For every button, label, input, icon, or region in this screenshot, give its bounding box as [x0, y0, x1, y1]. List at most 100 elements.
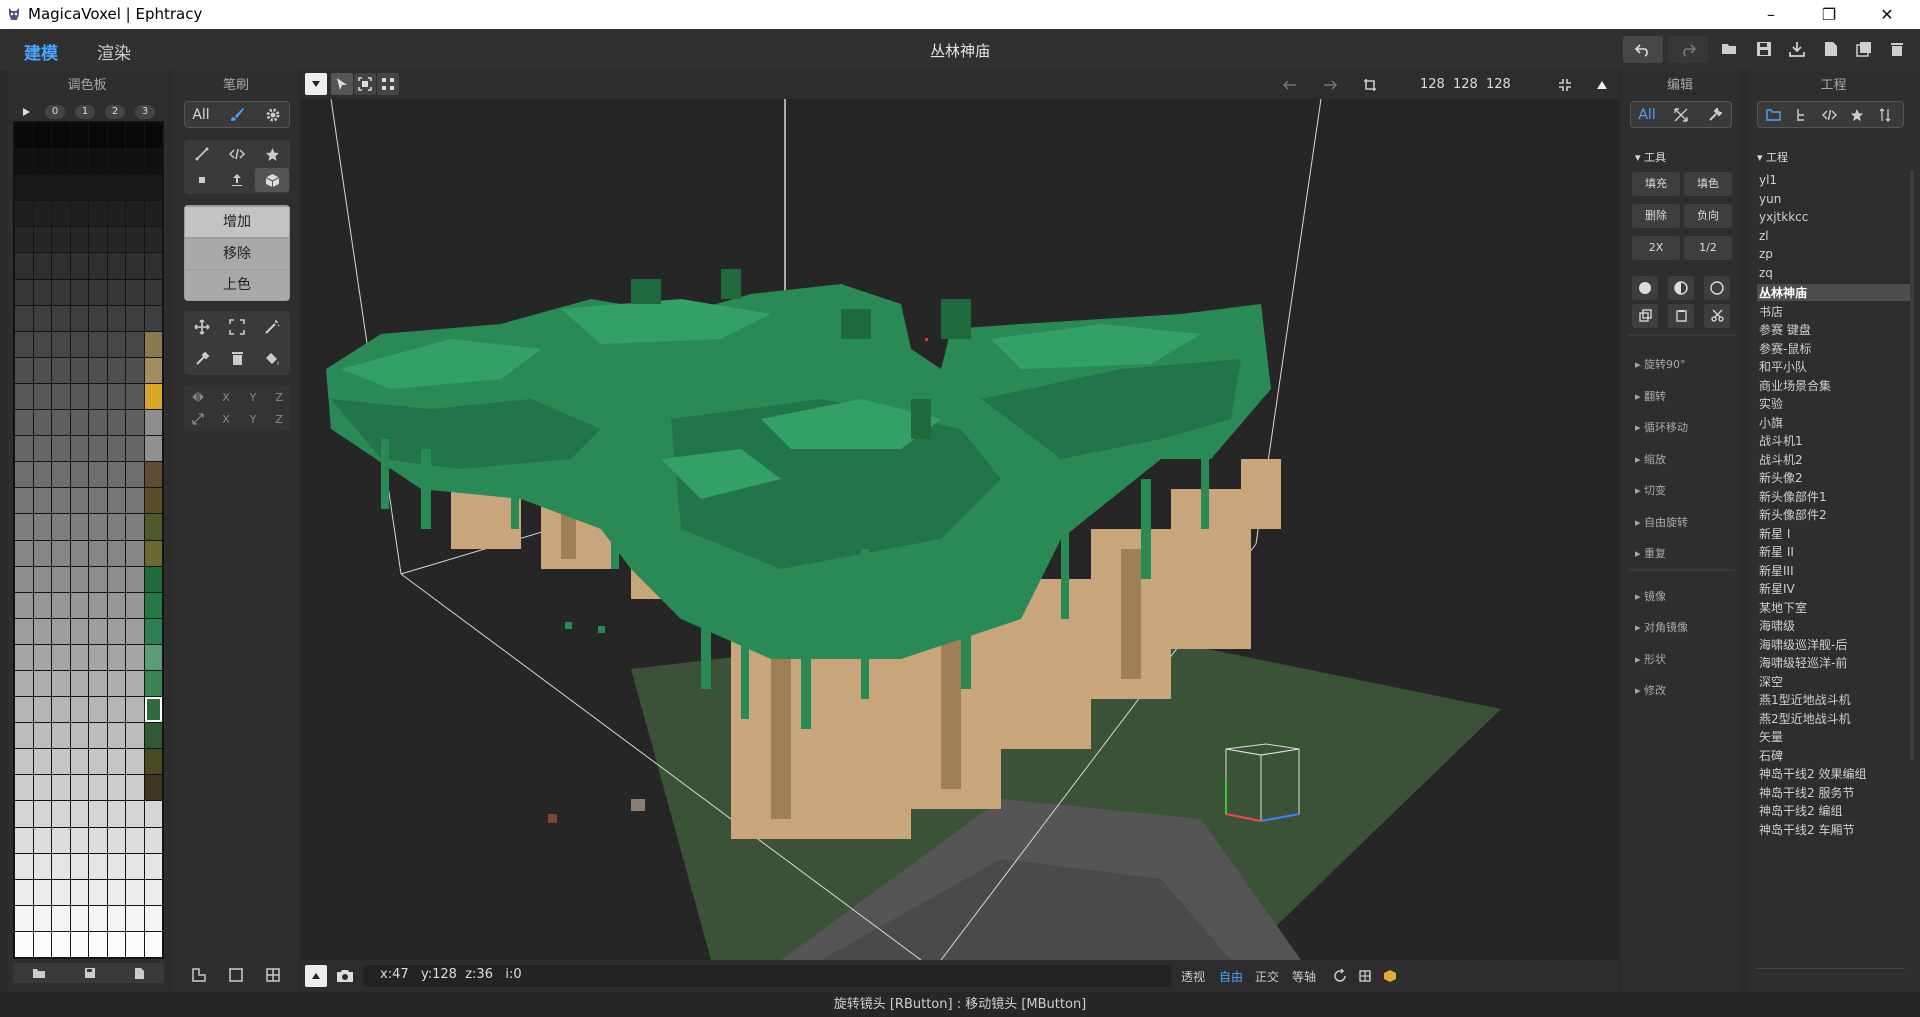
project-sort-button[interactable] [1871, 102, 1899, 127]
palette-swatch[interactable] [15, 149, 33, 175]
palette-swatch[interactable] [144, 149, 162, 175]
collapse-button[interactable] [1591, 74, 1613, 96]
project-item[interactable]: 神岛干线2 效果编组 [1759, 765, 1866, 782]
palette-swatch[interactable] [107, 670, 125, 697]
palette-swatch[interactable] [15, 514, 33, 540]
project-item[interactable]: 矢量 [1759, 728, 1783, 745]
palette-swatch[interactable] [89, 253, 107, 279]
palette-swatch[interactable] [70, 410, 88, 436]
palette-swatch[interactable] [70, 931, 88, 957]
palette-swatch[interactable] [70, 592, 88, 618]
palette-swatch[interactable] [33, 488, 51, 514]
brush-filter-all[interactable]: All [185, 102, 217, 127]
project-item[interactable]: 石碑 [1759, 747, 1783, 764]
palette-swatch[interactable] [89, 201, 107, 227]
palette-swatch[interactable] [52, 905, 70, 931]
palette-swatch[interactable] [33, 644, 51, 670]
palette-swatch[interactable] [52, 697, 70, 723]
palette-swatch[interactable] [107, 201, 125, 227]
tools-section[interactable]: ▾ 工具 [1635, 149, 1666, 165]
project-folder-button[interactable] [1759, 102, 1787, 127]
palette-swatch[interactable] [15, 853, 33, 879]
palette-swatch[interactable] [107, 879, 125, 905]
palette-swatch[interactable] [70, 775, 88, 801]
edit-filter-all[interactable]: All [1631, 102, 1663, 127]
palette-swatch[interactable] [89, 801, 107, 827]
palette-swatch[interactable] [89, 853, 107, 879]
view-mode-free[interactable]: 自由 [1219, 968, 1243, 985]
palette-swatch[interactable] [70, 827, 88, 853]
export-button[interactable] [1784, 36, 1810, 62]
palette-swatch[interactable] [126, 227, 144, 253]
mode-paint-button[interactable]: 上色 [185, 270, 289, 300]
palette-swatch[interactable] [33, 749, 51, 775]
palette-swatch[interactable] [70, 253, 88, 279]
palette-swatch[interactable] [70, 436, 88, 462]
palette-swatch[interactable] [52, 149, 70, 175]
voxel-scene[interactable] [301, 99, 1619, 960]
palette-swatch[interactable] [15, 723, 33, 749]
project-favorite-button[interactable] [1843, 102, 1871, 127]
palette-swatch[interactable] [107, 227, 125, 253]
project-item[interactable]: 实验 [1759, 395, 1783, 412]
palette-swatch[interactable] [144, 201, 162, 227]
palette-swatch[interactable] [52, 331, 70, 357]
palette-swatch[interactable] [107, 462, 125, 488]
palette-swatch[interactable] [144, 175, 162, 201]
palette-swatch[interactable] [15, 670, 33, 697]
move-tool-button[interactable] [185, 312, 219, 342]
palette-swatch[interactable] [33, 801, 51, 827]
3d-viewport[interactable]: 128 128 128 [301, 70, 1619, 960]
project-item[interactable]: 书店 [1759, 303, 1783, 320]
palette-swatch[interactable] [89, 279, 107, 305]
palette-swatch[interactable] [144, 827, 162, 853]
palette-swatch[interactable] [70, 279, 88, 305]
palette-swatch[interactable] [89, 931, 107, 957]
project-item[interactable]: 某地下室 [1759, 599, 1807, 616]
palette-swatch[interactable] [52, 357, 70, 383]
free-rotate-section[interactable]: ▸ 自由旋转 [1635, 514, 1688, 530]
mode-remove-button[interactable]: 移除 [185, 239, 289, 269]
palette-swatch[interactable] [107, 149, 125, 175]
palette-swatch[interactable] [144, 879, 162, 905]
palette-swatch[interactable] [126, 801, 144, 827]
palette-open-icon[interactable] [32, 968, 46, 979]
project-item[interactable]: yun [1759, 192, 1781, 206]
palette-swatch[interactable] [33, 149, 51, 175]
palette-swatch[interactable] [70, 331, 88, 357]
palette-swatch[interactable] [33, 931, 51, 957]
palette-swatch[interactable] [107, 410, 125, 436]
view-mode-iso[interactable]: 等轴 [1292, 968, 1316, 985]
palette-swatch[interactable] [52, 123, 70, 149]
palette-swatch[interactable] [70, 357, 88, 383]
palette-swatch[interactable] [52, 749, 70, 775]
palette-swatch[interactable] [52, 618, 70, 644]
palette-swatch[interactable] [126, 644, 144, 670]
palette-swatch[interactable] [144, 670, 162, 697]
palette-swatch[interactable] [126, 357, 144, 383]
palette-swatch[interactable] [126, 253, 144, 279]
palette-swatch[interactable] [89, 488, 107, 514]
palette-swatch[interactable] [70, 383, 88, 410]
project-item[interactable]: 参赛-鼠标 [1759, 340, 1811, 357]
palette-swatch[interactable] [107, 175, 125, 201]
palette-swatch[interactable] [126, 436, 144, 462]
palette-swatch[interactable] [126, 723, 144, 749]
project-item[interactable]: 燕2型近地战斗机 [1759, 710, 1851, 727]
palette-swatch[interactable] [70, 462, 88, 488]
palette-swatch[interactable] [107, 827, 125, 853]
palette-swatch[interactable] [52, 827, 70, 853]
palette-swatch[interactable] [126, 410, 144, 436]
palette-swatch[interactable] [144, 592, 162, 618]
palette-swatch[interactable] [126, 749, 144, 775]
invert-button[interactable]: 负向 [1684, 204, 1732, 228]
palette-new-icon[interactable] [134, 967, 145, 980]
reset-view-button[interactable] [1329, 965, 1351, 987]
palette-swatch[interactable] [52, 592, 70, 618]
axis-lock-icon[interactable] [185, 408, 211, 430]
palette-swatch[interactable] [70, 670, 88, 697]
circle-solid-button[interactable] [1632, 276, 1658, 300]
palette-swatch[interactable] [107, 931, 125, 957]
palette-swatch[interactable] [144, 253, 162, 279]
save-button[interactable] [1751, 36, 1777, 62]
